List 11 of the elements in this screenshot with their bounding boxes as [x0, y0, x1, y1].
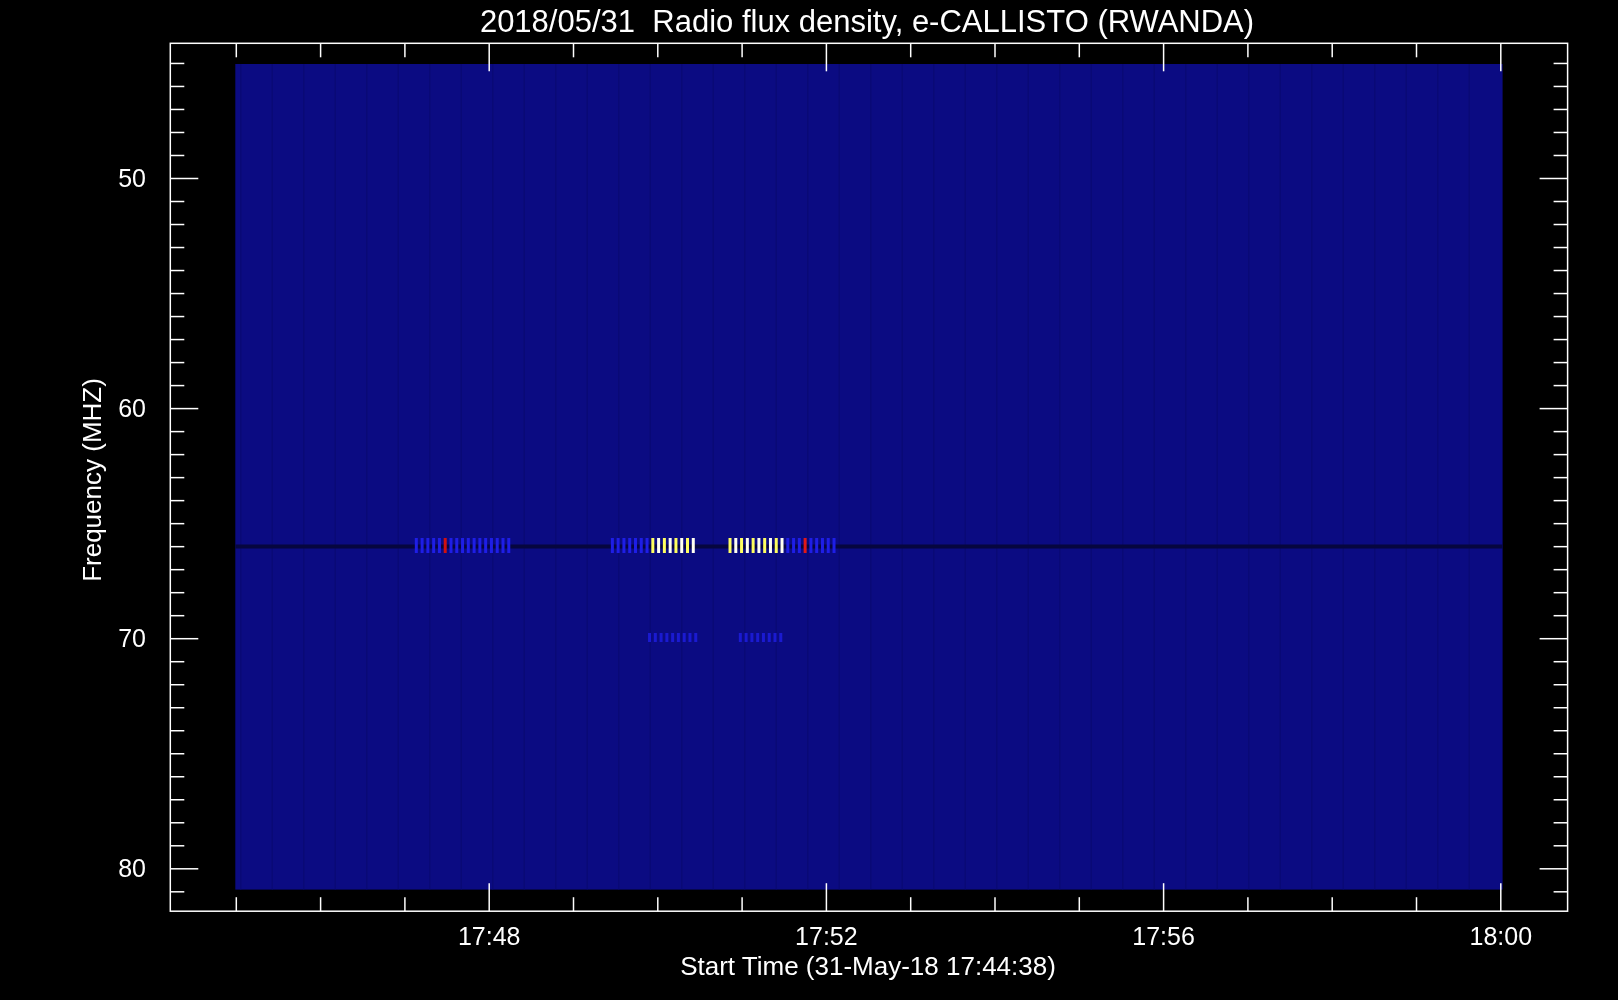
y-tick-label: 50 — [118, 164, 146, 192]
x-axis-title: Start Time (31-May-18 17:44:38) — [680, 951, 1056, 981]
x-tick-label: 18:00 — [1469, 922, 1533, 950]
x-tick-label: 17:48 — [457, 922, 521, 950]
y-tick-label: 60 — [118, 394, 146, 423]
y-axis-title: Frequency (MHZ) — [77, 378, 107, 582]
x-tick-label: 17:52 — [795, 922, 858, 950]
chart-title: 2018/05/31 Radio flux density, e-CALLISTO (RWANDA) — [479, 4, 1255, 39]
y-tick-label: 70 — [118, 624, 146, 653]
y-tick-label: 80 — [118, 854, 146, 883]
x-tick-label: 17:56 — [1132, 922, 1195, 950]
